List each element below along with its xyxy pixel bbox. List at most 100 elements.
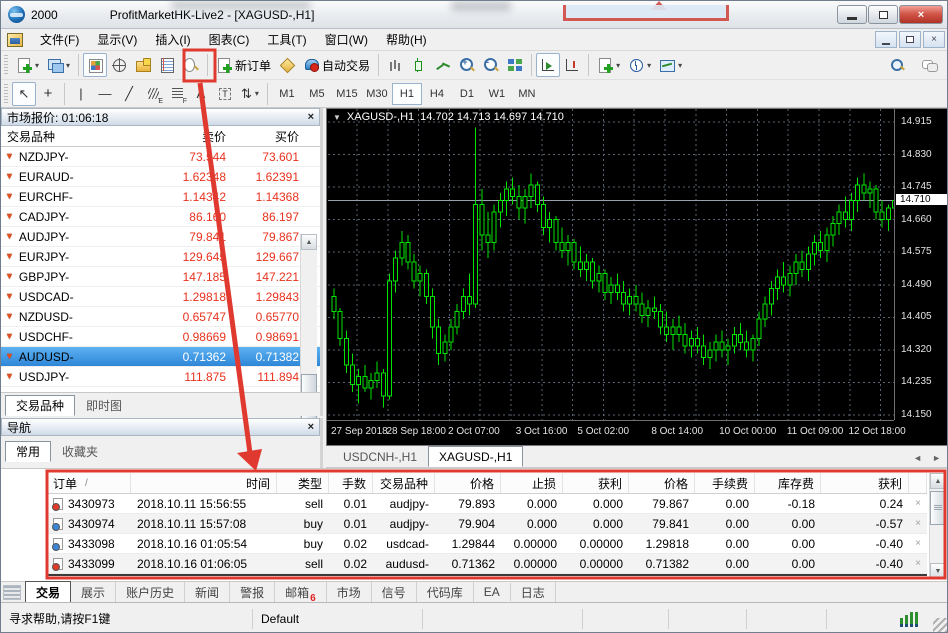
cursor-tool[interactable]: ↖ bbox=[12, 81, 36, 106]
market-watch-row[interactable]: ▼ EURCHF- 1.14342 1.14368 bbox=[1, 187, 320, 207]
mdi-close-button[interactable]: × bbox=[923, 31, 945, 48]
terminal-tab-6[interactable]: 市场 bbox=[327, 581, 372, 603]
scroll-up-icon[interactable]: ▲ bbox=[930, 473, 946, 489]
time-axis[interactable]: 27 Sep 2018 28 Sep 18:00 2 Oct 07:00 3 Oct … bbox=[327, 420, 906, 445]
terminal-tab-5[interactable]: 邮箱 6 bbox=[275, 581, 327, 604]
channel-tool[interactable]: E bbox=[141, 82, 165, 106]
timeframe-d1[interactable]: D1 bbox=[452, 83, 482, 105]
toolbar-grip[interactable] bbox=[4, 83, 8, 104]
orders-column-10[interactable]: 库存费 bbox=[755, 473, 821, 493]
orders-table-header[interactable]: 订单 / 时间 类型 手数 交易品种 价格 止损 获利 价格 手续费 库存费 获利 bbox=[47, 473, 927, 494]
terminal-tab-3[interactable]: 新闻 bbox=[185, 581, 231, 603]
terminal-tab-2[interactable]: 账户历史 bbox=[116, 581, 186, 603]
terminal-tab-8[interactable]: 代码库 bbox=[417, 581, 474, 603]
menu-item-4[interactable]: 工具(T) bbox=[258, 28, 315, 51]
close-button[interactable]: × bbox=[899, 5, 943, 24]
market-watch-row[interactable]: ▼ GBPJPY- 147.185 147.221 bbox=[1, 267, 320, 287]
market-watch-row[interactable]: ▼ CADJPY- 86.160 86.197 bbox=[1, 207, 320, 227]
text-tool[interactable]: A bbox=[189, 82, 213, 106]
bar-chart-button[interactable] bbox=[383, 53, 407, 77]
terminal-grip-icon[interactable] bbox=[3, 584, 21, 600]
order-row[interactable]: 3433098 2018.10.16 01:05:54 buy 0.02 usdcad-… bbox=[47, 534, 927, 554]
resize-grip[interactable] bbox=[933, 618, 947, 632]
menu-item-5[interactable]: 窗口(W) bbox=[316, 28, 377, 51]
new-order-button[interactable]: 新订单 bbox=[212, 53, 275, 77]
title-bar[interactable]: 2000 ProfitMarketHK-Live2 - [XAGUSD-,H1]… bbox=[1, 1, 947, 29]
price-axis[interactable]: 14.915 14.830 14.745 14.660 14.575 14.490 14.4… bbox=[894, 109, 947, 420]
candlestick-chart[interactable] bbox=[328, 109, 895, 420]
chart-tab-scroll-left-icon[interactable]: ◄ bbox=[913, 453, 922, 463]
close-order-icon[interactable]: × bbox=[909, 538, 927, 549]
market-watch-row[interactable]: ▼ NZDUSD- 0.65747 0.65770 bbox=[1, 307, 320, 327]
market-watch-header[interactable]: 交易品种 卖价 买价 bbox=[1, 126, 320, 147]
terminal-tab-9[interactable]: EA bbox=[474, 583, 511, 601]
menu-item-3[interactable]: 图表(C) bbox=[200, 28, 259, 51]
chart-tab-scroll-right-icon[interactable]: ► bbox=[932, 453, 941, 463]
terminal-tab-7[interactable]: 信号 bbox=[372, 581, 417, 603]
orders-column-9[interactable]: 手续费 bbox=[695, 473, 755, 493]
timeframe-mn[interactable]: MN bbox=[512, 83, 542, 105]
column-symbol[interactable]: 交易品种 bbox=[1, 128, 134, 145]
close-order-icon[interactable]: × bbox=[909, 558, 927, 569]
line-chart-button[interactable] bbox=[431, 53, 455, 77]
minimize-button[interactable] bbox=[837, 5, 867, 24]
terminal-button[interactable] bbox=[155, 53, 179, 77]
orders-column-2[interactable]: 类型 bbox=[277, 473, 329, 493]
orders-column-6[interactable]: 止损 bbox=[501, 473, 563, 493]
market-watch-toggle[interactable] bbox=[83, 53, 108, 77]
mdi-restore-button[interactable] bbox=[899, 31, 921, 48]
menu-item-2[interactable]: 插入(I) bbox=[146, 28, 199, 51]
order-row[interactable]: 3433099 2018.10.16 01:06:05 sell 0.02 audusd… bbox=[47, 554, 927, 574]
timeframe-m15[interactable]: M15 bbox=[332, 83, 362, 105]
status-profile[interactable]: Default bbox=[253, 608, 423, 629]
profiles-button[interactable]: ▾ bbox=[43, 53, 74, 77]
restore-button[interactable] bbox=[868, 5, 898, 24]
timeframe-m1[interactable]: M1 bbox=[272, 83, 302, 105]
tab-common[interactable]: 常用 bbox=[5, 441, 52, 462]
timeframe-h1[interactable]: H1 bbox=[391, 82, 422, 105]
tile-windows-button[interactable] bbox=[503, 53, 527, 77]
orders-column-11[interactable]: 获利 bbox=[821, 473, 909, 493]
tab-symbols[interactable]: 交易品种 bbox=[5, 395, 76, 416]
market-watch-row[interactable]: ▼ AUDJPY- 79.841 79.867 bbox=[1, 227, 320, 247]
close-order-icon[interactable]: × bbox=[909, 518, 927, 529]
terminal-tab-1[interactable]: 展示 bbox=[71, 581, 117, 603]
terminal-tab-10[interactable]: 日志 bbox=[511, 581, 556, 603]
orders-column-8[interactable]: 价格 bbox=[629, 473, 695, 493]
orders-column-3[interactable]: 手数 bbox=[329, 473, 373, 493]
mdi-minimize-button[interactable] bbox=[875, 31, 897, 48]
menu-item-1[interactable]: 显示(V) bbox=[88, 28, 146, 51]
terminal-tab-4[interactable]: 警报 bbox=[230, 581, 276, 603]
navigator-close-icon[interactable]: × bbox=[308, 421, 314, 433]
market-watch-row[interactable]: ▼ NZDJPY- 73.544 73.601 bbox=[1, 147, 320, 167]
market-watch-row[interactable]: ▼ USDJPY- 111.875 111.894 bbox=[1, 367, 320, 387]
vertical-line-tool[interactable]: | bbox=[69, 82, 93, 106]
scroll-up-icon[interactable]: ▲ bbox=[301, 234, 317, 250]
auto-scroll-button[interactable] bbox=[536, 53, 561, 77]
timeframe-m30[interactable]: M30 bbox=[362, 83, 392, 105]
tab-tick-chart[interactable]: 即时图 bbox=[75, 395, 133, 416]
order-row[interactable]: 3430974 2018.10.11 15:57:08 buy 0.01 audjpy-… bbox=[47, 514, 927, 534]
timeframe-m5[interactable]: M5 bbox=[302, 83, 332, 105]
indicators-button[interactable]: ▾ bbox=[593, 53, 624, 77]
metaeditor-button[interactable] bbox=[275, 53, 299, 77]
close-order-icon[interactable]: × bbox=[909, 498, 927, 509]
market-watch-row[interactable]: ▼ AUDUSD- 0.71362 0.71382 bbox=[1, 347, 320, 367]
horizontal-line-tool[interactable]: — bbox=[93, 82, 117, 106]
navigator-caption[interactable]: 导航 × bbox=[1, 418, 320, 436]
orders-column-0[interactable]: 订单 / bbox=[47, 473, 131, 493]
orders-column-1[interactable]: 时间 bbox=[131, 473, 277, 493]
scroll-down-icon[interactable]: ▼ bbox=[930, 563, 946, 579]
chart-shift-button[interactable] bbox=[560, 53, 584, 77]
candlestick-button[interactable] bbox=[407, 53, 431, 77]
autotrading-button[interactable]: 自动交易 bbox=[299, 53, 374, 77]
templates-button[interactable]: ▾ bbox=[655, 53, 686, 77]
order-row[interactable]: 3430973 2018.10.11 15:56:55 sell 0.01 audjpy… bbox=[47, 494, 927, 514]
sort-indicator-icon[interactable]: / bbox=[85, 478, 88, 489]
chat-button[interactable] bbox=[917, 53, 941, 77]
chart-tab-usdcnh[interactable]: USDCNH-,H1 bbox=[332, 446, 428, 467]
toolbar-grip[interactable] bbox=[4, 55, 8, 75]
text-label-tool[interactable]: T bbox=[213, 82, 237, 106]
column-ask[interactable]: 买价 bbox=[226, 128, 303, 145]
tab-favorites[interactable]: 收藏夹 bbox=[51, 441, 109, 462]
